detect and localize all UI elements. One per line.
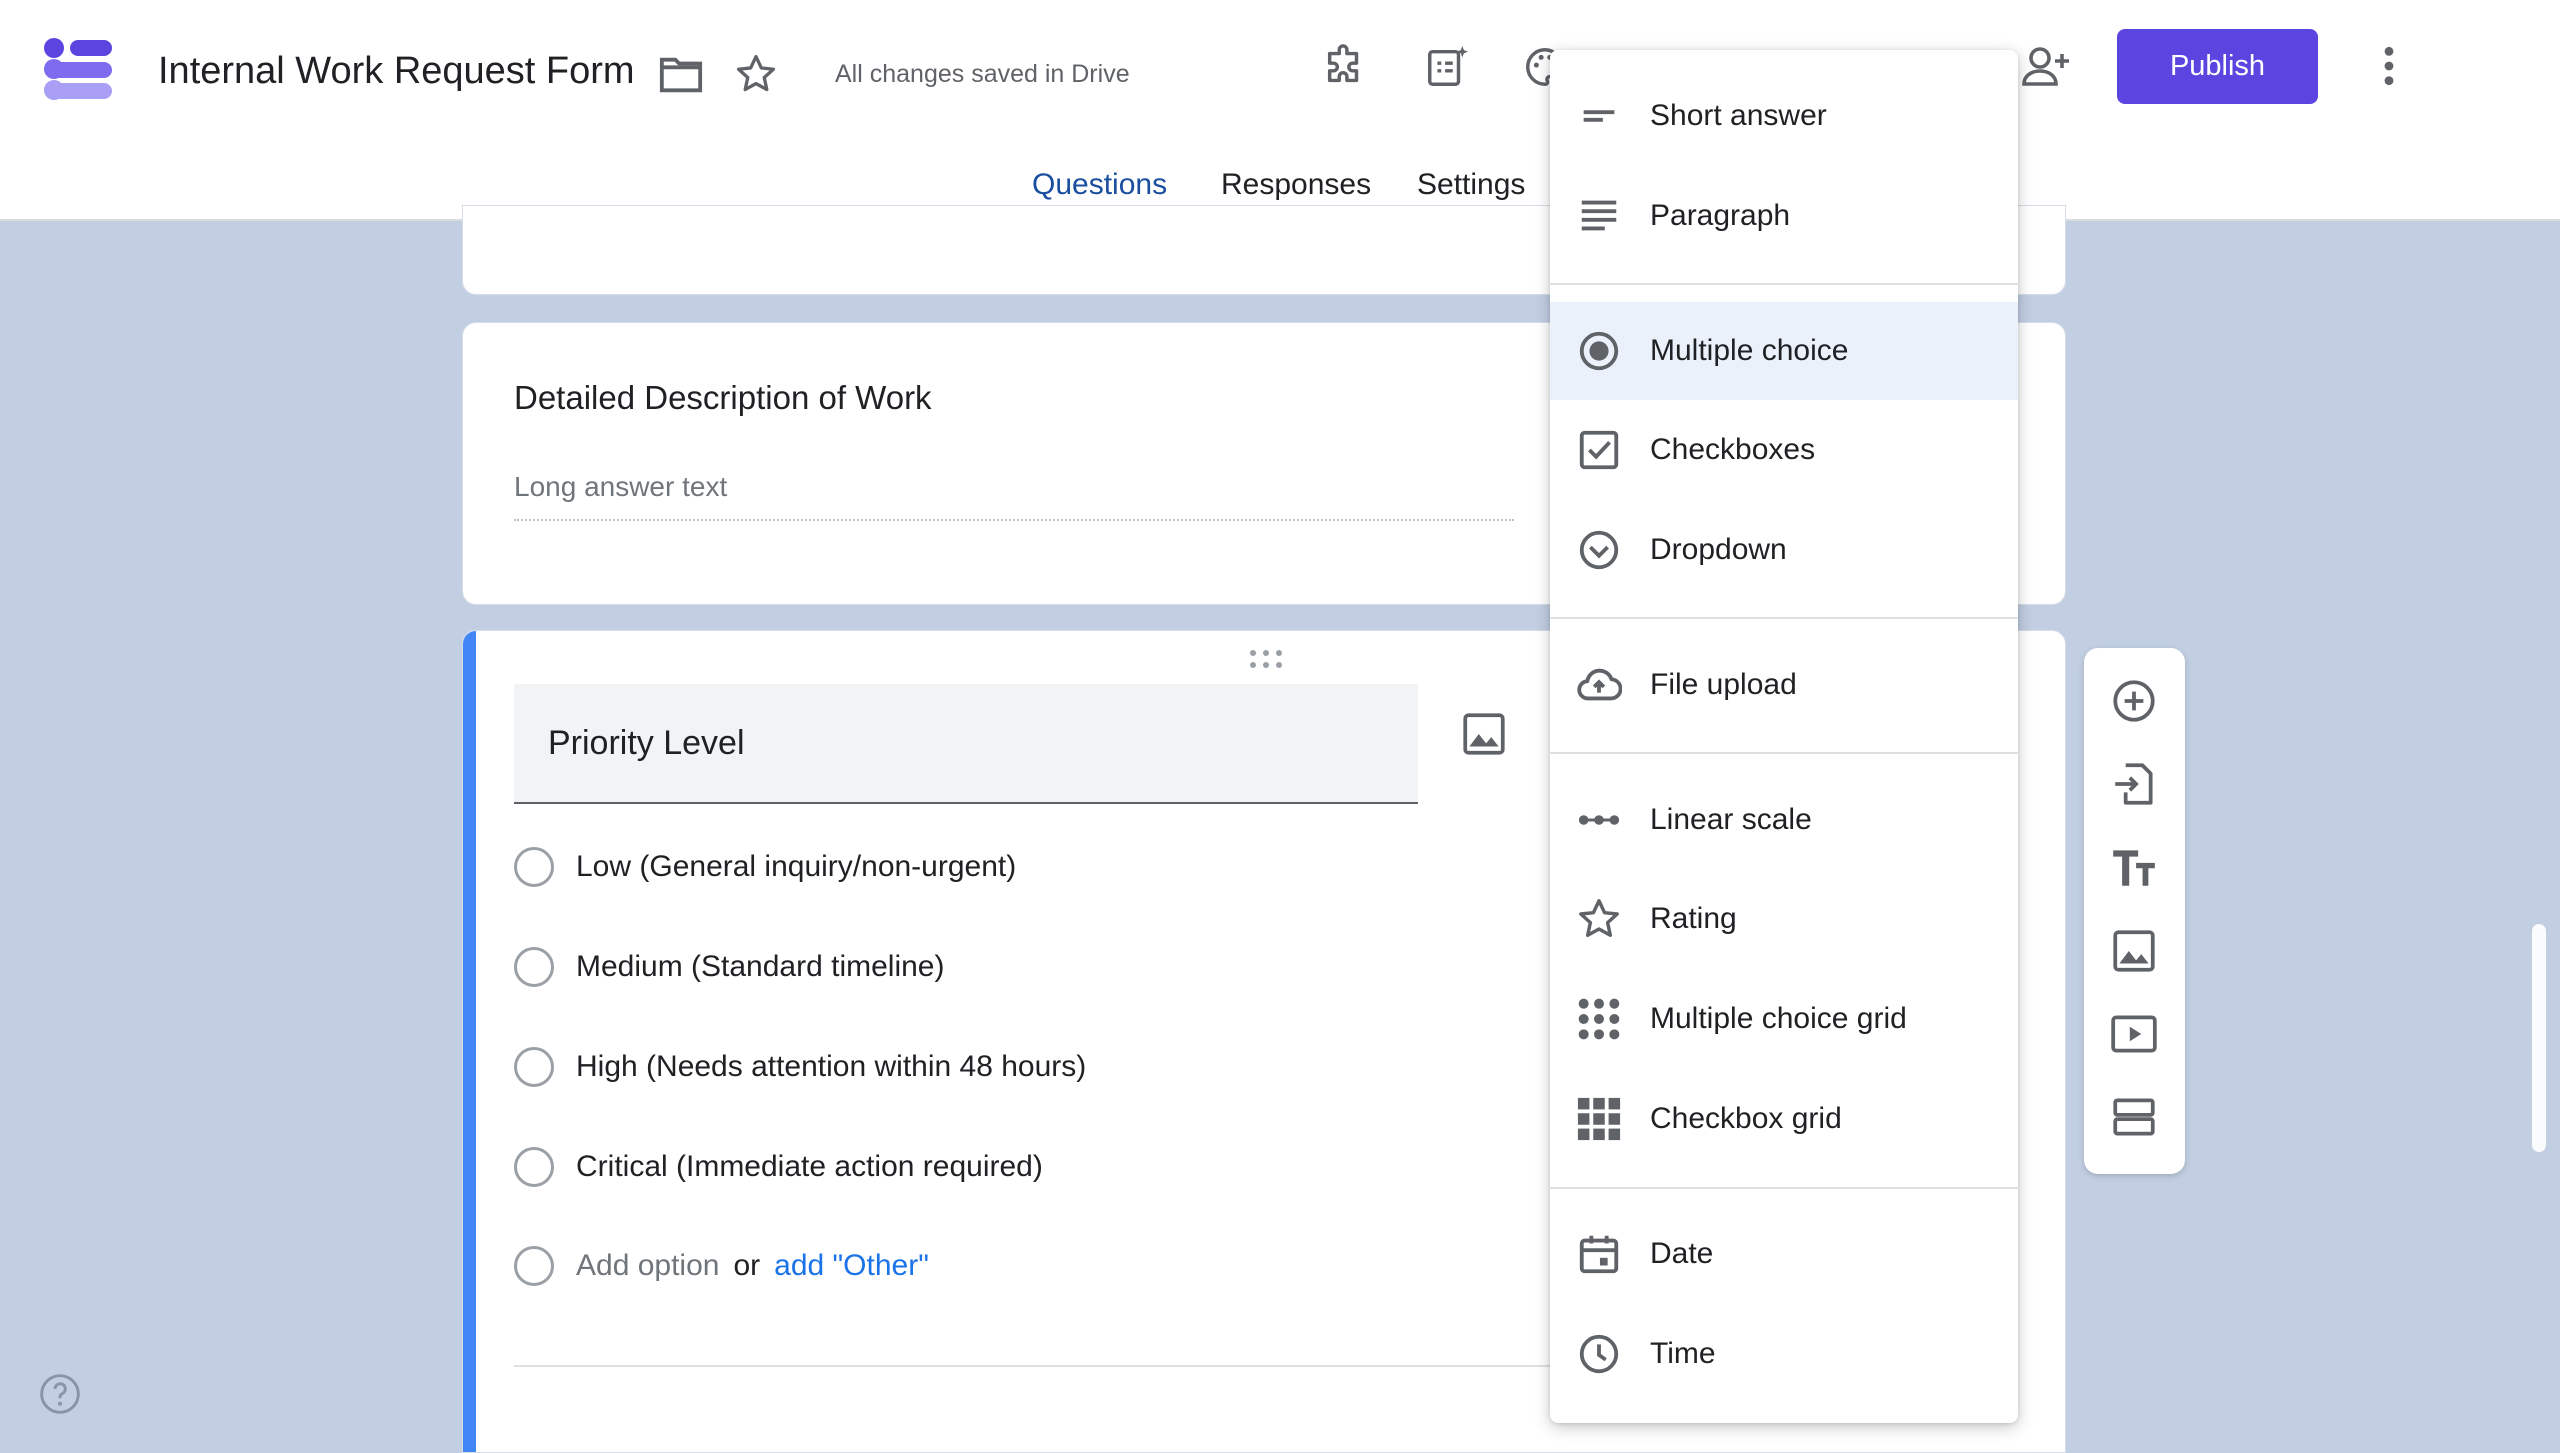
dropdown-circle-icon <box>1574 525 1624 575</box>
add-section-icon[interactable] <box>2109 1092 2159 1142</box>
menu-item-label: Checkbox grid <box>1650 1102 1842 1135</box>
add-question-icon[interactable] <box>2109 676 2159 726</box>
app-header: Internal Work Request Form All changes s… <box>0 0 2560 221</box>
menu-item-label: Date <box>1650 1237 1714 1270</box>
question-title-input[interactable]: Priority Level <box>514 684 1418 804</box>
star-icon <box>1574 894 1624 944</box>
paragraph-icon <box>1574 191 1624 241</box>
clock-icon <box>1574 1329 1624 1379</box>
menu-item-multiple-choice[interactable]: Multiple choice <box>1550 302 2018 400</box>
add-image-icon[interactable] <box>2109 926 2159 976</box>
card-footer-divider <box>514 1365 1614 1367</box>
option-row[interactable]: Critical (Immediate action required) <box>514 1145 1043 1189</box>
radio-button <box>514 1246 554 1286</box>
menu-item-label: Paragraph <box>1650 199 1791 232</box>
radio-grid-icon <box>1574 994 1624 1044</box>
long-answer-placeholder: Long answer text <box>514 471 728 502</box>
star-icon[interactable] <box>734 52 778 96</box>
add-video-icon[interactable] <box>2109 1009 2159 1059</box>
menu-item-label: Checkboxes <box>1650 433 1816 466</box>
menu-item-short-answer[interactable]: Short answer <box>1550 67 2018 165</box>
menu-item-paragraph[interactable]: Paragraph <box>1550 167 2018 265</box>
short-answer-icon <box>1574 91 1624 141</box>
add-collaborator-icon[interactable] <box>2020 42 2072 90</box>
tab-settings[interactable]: Settings <box>1417 168 1525 202</box>
save-status: All changes saved in Drive <box>835 60 1130 88</box>
radio-button <box>514 947 554 987</box>
form-title[interactable]: Internal Work Request Form <box>158 50 635 93</box>
add-image-icon[interactable] <box>1459 709 1509 759</box>
add-title-icon[interactable] <box>2109 842 2159 892</box>
menu-item-checkbox-grid[interactable]: Checkbox grid <box>1550 1070 2018 1168</box>
menu-item-label: Multiple choice <box>1650 334 1849 367</box>
menu-divider <box>1550 752 2018 754</box>
linear-scale-icon <box>1574 795 1624 845</box>
radio-button-icon <box>1574 326 1624 376</box>
menu-divider <box>1550 617 2018 619</box>
tab-responses[interactable]: Responses <box>1221 168 1371 202</box>
menu-item-date[interactable]: Date <box>1550 1205 2018 1303</box>
import-questions-icon[interactable] <box>2109 759 2159 809</box>
option-row[interactable]: High (Needs attention within 48 hours) <box>514 1045 1086 1089</box>
option-label[interactable]: Low (General inquiry/non-urgent) <box>576 850 1016 884</box>
option-row[interactable]: Medium (Standard timeline) <box>514 945 944 989</box>
menu-item-dropdown[interactable]: Dropdown <box>1550 501 2018 599</box>
menu-divider <box>1550 1187 2018 1189</box>
menu-item-label: Linear scale <box>1650 803 1812 836</box>
calendar-icon <box>1574 1229 1624 1279</box>
tab-questions[interactable]: Questions <box>1032 168 1167 202</box>
option-row[interactable]: Low (General inquiry/non-urgent) <box>514 845 1016 889</box>
menu-item-file-upload[interactable]: File upload <box>1550 636 2018 734</box>
menu-item-label: File upload <box>1650 668 1797 701</box>
menu-item-label: Short answer <box>1650 99 1827 132</box>
more-vert-icon[interactable] <box>2374 44 2404 88</box>
addon-puzzle-icon[interactable] <box>1322 44 1368 90</box>
cloud-upload-icon <box>1574 660 1624 710</box>
menu-item-label: Multiple choice grid <box>1650 1002 1907 1035</box>
add-option-input[interactable]: Add option <box>576 1249 719 1283</box>
side-toolbar <box>2084 648 2185 1174</box>
menu-item-label: Time <box>1650 1337 1716 1370</box>
or-text: or <box>733 1249 761 1282</box>
option-label[interactable]: Medium (Standard timeline) <box>576 950 944 984</box>
menu-item-checkboxes[interactable]: Checkboxes <box>1550 401 2018 499</box>
checkbox-icon <box>1574 425 1624 475</box>
page-scrollbar[interactable] <box>2532 924 2546 1152</box>
question-title: Priority Level <box>548 724 745 762</box>
add-option-row: Add option or add "Other" <box>514 1244 929 1288</box>
option-label[interactable]: Critical (Immediate action required) <box>576 1150 1043 1184</box>
menu-item-linear-scale[interactable]: Linear scale <box>1550 771 2018 869</box>
add-other-link[interactable]: add "Other" <box>774 1249 929 1283</box>
radio-button <box>514 1047 554 1087</box>
drag-handle-icon[interactable] <box>1248 648 1284 670</box>
publish-button[interactable]: Publish <box>2117 29 2318 104</box>
answer-line <box>514 519 1514 521</box>
forms-logo-icon[interactable] <box>42 36 114 102</box>
radio-button <box>514 1147 554 1187</box>
ai-form-icon[interactable] <box>1424 44 1470 90</box>
folder-icon[interactable] <box>658 55 704 95</box>
menu-item-rating[interactable]: Rating <box>1550 870 2018 968</box>
radio-button <box>514 847 554 887</box>
menu-item-multiple-choice-grid[interactable]: Multiple choice grid <box>1550 970 2018 1068</box>
menu-item-label: Dropdown <box>1650 533 1787 566</box>
option-label[interactable]: High (Needs attention within 48 hours) <box>576 1050 1086 1084</box>
question-type-menu: Short answer Paragraph Multiple choice C… <box>1550 50 2018 1423</box>
help-icon[interactable] <box>38 1372 82 1416</box>
active-card-accent <box>463 631 476 1452</box>
menu-item-time[interactable]: Time <box>1550 1305 2018 1403</box>
menu-divider <box>1550 283 2018 285</box>
checkbox-grid-icon <box>1574 1094 1624 1144</box>
menu-item-label: Rating <box>1650 902 1737 935</box>
question-title: Detailed Description of Work <box>514 379 932 416</box>
